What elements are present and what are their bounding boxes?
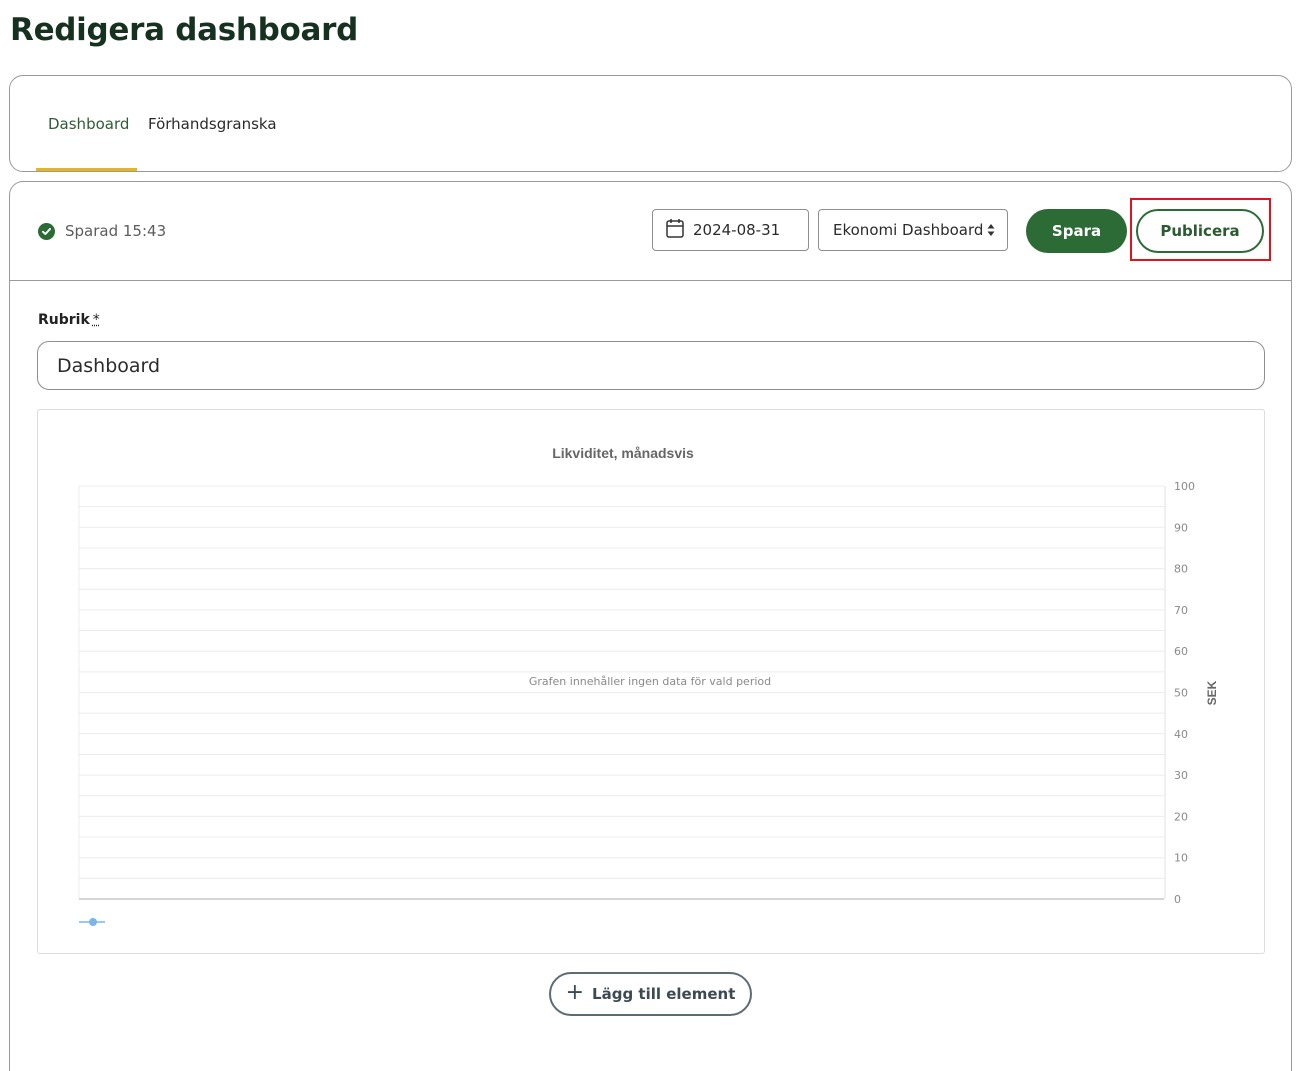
publish-button[interactable]: Publicera [1136,209,1264,253]
y-tick-label: 60 [1174,645,1188,658]
legend-series-marker[interactable] [79,918,105,926]
y-tick-label: 20 [1174,810,1188,823]
required-mark: * [92,312,100,328]
y-tick-label: 80 [1174,563,1188,576]
y-tick-label: 50 [1174,687,1188,700]
check-circle-icon [38,222,55,240]
legend-dot [89,918,97,926]
y-tick-label: 40 [1174,728,1188,741]
dashboard-select[interactable]: Ekonomi Dashboard [818,209,1008,251]
y-tick-label: 100 [1174,480,1195,493]
y-tick-label: 10 [1174,852,1188,865]
y-tick-label: 90 [1174,521,1188,534]
heading-input-value: Dashboard [57,354,161,377]
plus-icon: + [565,980,585,1005]
dashboard-select-value: Ekonomi Dashboard [833,221,984,239]
heading-label-text: Rubrik [38,312,90,328]
save-button[interactable]: Spara [1026,209,1127,253]
chart-empty-message: Grafen innehåller ingen data för vald pe… [529,675,771,688]
y-tick-label: 30 [1174,769,1188,782]
calendar-icon [666,218,684,242]
y-axis: 1009080706050403020100 [1174,480,1195,906]
heading-label: Rubrik * [38,312,100,328]
sort-arrows-icon [987,223,995,237]
editor-panel: Sparad 15:43 2024-08-31 Ekonomi Dashboar… [9,181,1292,1071]
chart-widget[interactable]: Likviditet, månadsvis 100 90 80 70 60 50 40 30 2… [37,409,1265,954]
saved-status: Sparad 15:43 [38,222,166,240]
editor-toolbar: Sparad 15:43 2024-08-31 Ekonomi Dashboar… [10,182,1291,281]
add-element-button[interactable]: + Lägg till element [549,972,752,1016]
chart-svg: Likviditet, månadsvis 100908070605040302… [78,445,1219,926]
chart-title: Likviditet, månadsvis [552,445,694,461]
date-value: 2024-08-31 [693,221,781,239]
active-tab-indicator [36,168,137,171]
saved-status-text: Sparad 15:43 [65,222,167,240]
y-tick-label: 0 [1174,893,1181,906]
y-axis-label: SEK [1205,680,1219,705]
tab-dashboard[interactable]: Dashboard [48,76,129,172]
tab-bar: Dashboard Förhandsgranska [9,75,1292,172]
add-element-label: Lägg till element [592,985,736,1003]
heading-input[interactable]: Dashboard [37,341,1265,390]
tab-preview[interactable]: Förhandsgranska [148,76,277,172]
date-picker[interactable]: 2024-08-31 [652,209,809,251]
page-title: Redigera dashboard [10,12,359,48]
chart-grid [78,485,1164,900]
y-tick-label: 70 [1174,604,1188,617]
